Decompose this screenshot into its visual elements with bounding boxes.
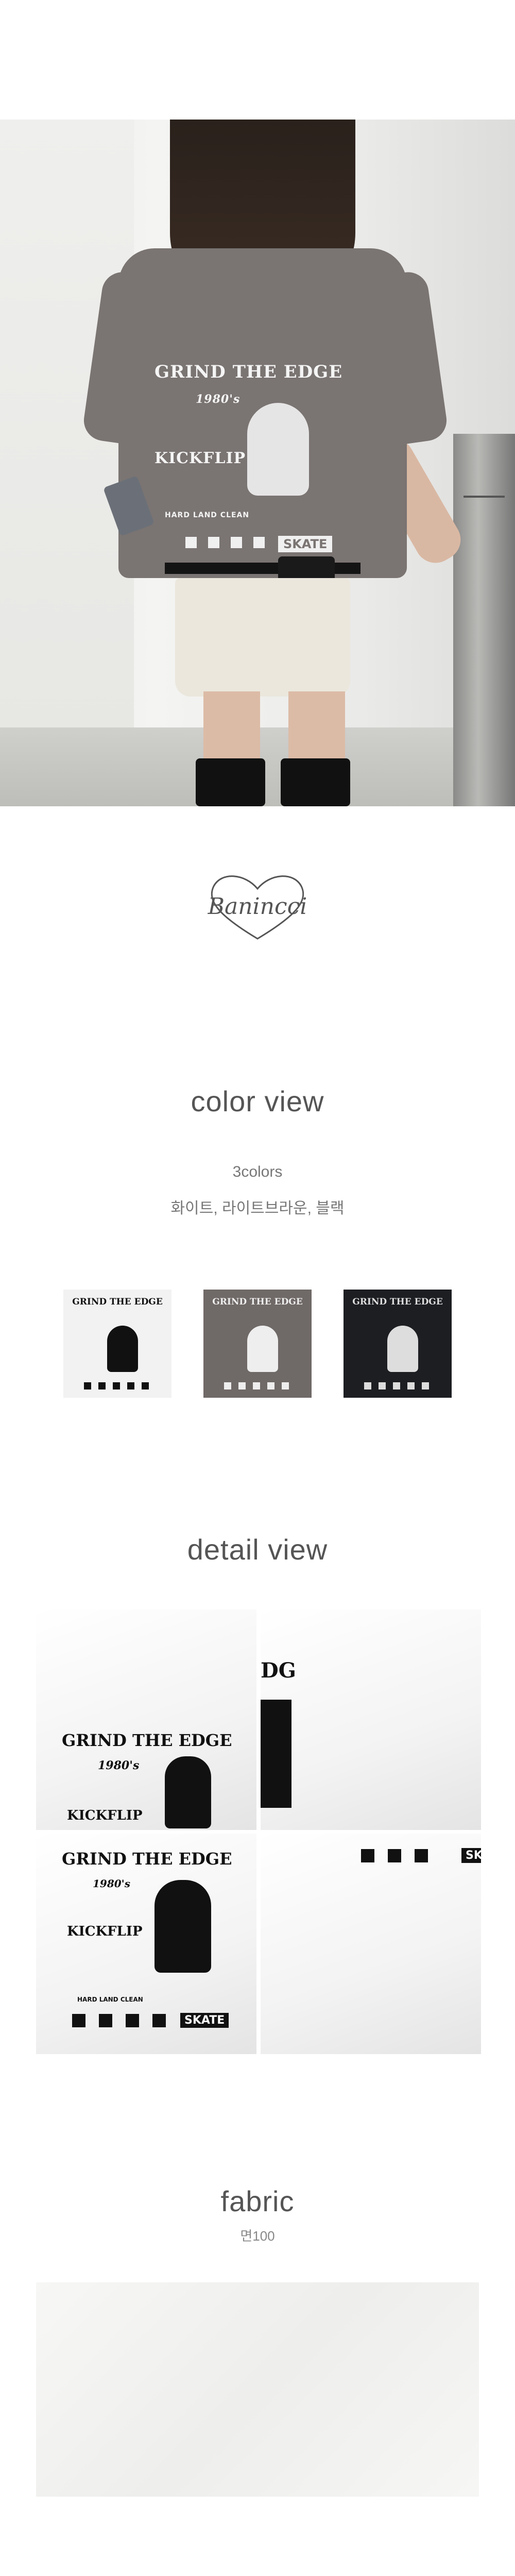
brand-name: Banincci: [208, 893, 307, 920]
detail-small-text: HARD LAND CLEAN: [77, 1996, 143, 2003]
boot-left: [196, 758, 265, 806]
detail-photo-print: GRIND THE EDGE 1980's KICKFLIP HARD LAND…: [36, 1834, 256, 2054]
swatch-white[interactable]: GRIND THE EDGE: [63, 1290, 171, 1398]
swatch-print-text: GRIND THE EDGE: [212, 1297, 303, 1307]
detail-skate-tag: SKATE: [461, 1848, 481, 1863]
swatch-skater: [107, 1326, 138, 1372]
swatch-checker: [224, 1382, 289, 1389]
fabric-texture-photo: [36, 2282, 479, 2497]
white-shorts: [175, 578, 350, 697]
boot-right: [281, 758, 350, 806]
brand-logo: Banincci: [201, 871, 314, 943]
detail-view-title: detail view: [187, 1533, 328, 1566]
detail-trick: KICKFLIP: [67, 1808, 143, 1823]
swatch-light-brown[interactable]: GRIND THE EDGE: [203, 1290, 312, 1398]
metal-rail: [453, 434, 515, 806]
detail-year: 1980's: [93, 1877, 131, 1890]
detail-crop-letters: DG: [261, 1658, 296, 1683]
print-year: 1980's: [196, 393, 241, 406]
checker-pattern: [185, 537, 276, 548]
detail-headline: GRIND THE EDGE: [62, 1849, 232, 1869]
print-small-text: HARD LAND CLEAN: [165, 511, 250, 519]
color-view-title: color view: [191, 1085, 324, 1117]
fabric-composition: 면100: [240, 2228, 275, 2244]
detail-skater: [154, 1880, 211, 1973]
fabric-title: fabric: [220, 2185, 295, 2217]
swatch-skater: [387, 1326, 418, 1372]
swatch-print-text: GRIND THE EDGE: [72, 1297, 163, 1307]
swatch-checker: [364, 1382, 429, 1389]
detail-checker: [72, 2014, 179, 2027]
detail-checker: [361, 1849, 441, 1862]
detail-photo-sleeve: DG: [261, 1609, 481, 1830]
print-trick: KICKFLIP: [154, 449, 246, 467]
swatch-black[interactable]: GRIND THE EDGE: [344, 1290, 452, 1398]
swatch-print-text: GRIND THE EDGE: [352, 1297, 443, 1307]
print-headline: GRIND THE EDGE: [154, 362, 343, 382]
detail-skater: [165, 1756, 211, 1828]
detail-year: 1980's: [98, 1759, 140, 1772]
detail-trick: KICKFLIP: [67, 1924, 143, 1939]
color-count: 3colors: [232, 1163, 283, 1180]
detail-headline: GRIND THE EDGE: [62, 1731, 232, 1750]
swatch-checker: [84, 1382, 149, 1389]
detail-skate-tag: SKATE: [180, 2013, 229, 2028]
skater-silhouette: [247, 403, 309, 496]
detail-skater-crop: [261, 1700, 291, 1808]
product-hero-photo: GRIND THE EDGE 1980's KICKFLIP HARD LAND…: [0, 120, 515, 806]
detail-photo-collar: GRIND THE EDGE 1980's KICKFLIP: [36, 1609, 256, 1830]
background-wall: [0, 120, 134, 806]
swatch-skater: [247, 1326, 278, 1372]
print-skate-tag: SKATE: [278, 536, 333, 552]
detail-photo-hem: SKATE: [261, 1834, 481, 2054]
color-names: 화이트, 라이트브라운, 블랙: [170, 1200, 345, 1217]
